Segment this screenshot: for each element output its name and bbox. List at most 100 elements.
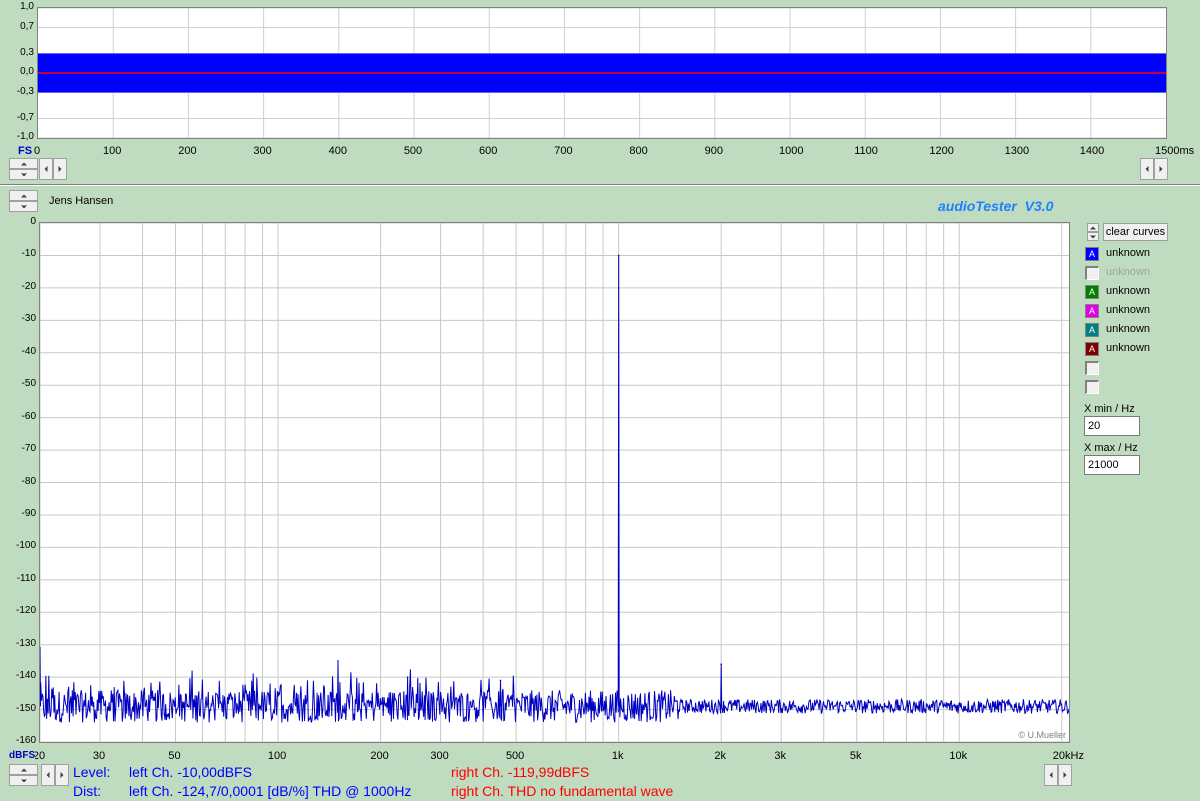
- spectrum-scroll-left-button[interactable]: [41, 764, 55, 786]
- spectrum-x-tick-label: 300: [430, 750, 449, 762]
- x-max-field[interactable]: [1084, 455, 1140, 475]
- time-y-tick-label: 0,3: [20, 46, 34, 58]
- credit-text: © U.Mueller: [1018, 730, 1066, 740]
- spectrum-y-tick-label: -70: [21, 443, 36, 455]
- time-x-tick-label: 1100: [854, 145, 878, 157]
- level-right: right Ch. -119,99dBFS: [451, 764, 590, 780]
- legend-glyph: A: [1086, 248, 1098, 260]
- time-y-tick-label: -0,3: [16, 85, 34, 97]
- legend-glyph: [1087, 363, 1099, 375]
- spectrum-x-tick-label: 200: [370, 750, 389, 762]
- time-y-tick-label: -1,0: [16, 131, 34, 142]
- spectrum-peak-point: [720, 663, 722, 665]
- spectrum-x-tick-label: 2k: [714, 750, 726, 762]
- spectrum-peak-point: [499, 679, 502, 682]
- spectrum-plot: © U.Mueller: [39, 222, 1070, 743]
- legend-color-checkbox[interactable]: A: [1085, 285, 1099, 299]
- spectrum-zoom-down-button[interactable]: [9, 201, 38, 212]
- time-y-tick-label: -0,7: [16, 111, 34, 123]
- spectrum-x-tick-label: 50: [168, 750, 181, 762]
- x-min-label: X min / Hz: [1084, 403, 1135, 415]
- legend-color-checkbox[interactable]: A: [1085, 247, 1099, 261]
- spectrum-y-tick-label: -100: [15, 540, 36, 552]
- spectrum-x-tick-label: 100: [267, 750, 287, 762]
- dist-right: right Ch. THD no fundamental wave: [451, 783, 674, 799]
- spectrum-y-unit: dBFS: [9, 750, 36, 761]
- spectrum-x-tick-label: 5k: [849, 750, 862, 762]
- spectrum-y-tick-label: -20: [21, 280, 36, 292]
- time-x-tick-label: 1200: [929, 145, 954, 157]
- spectrum-y-tick-label: -30: [21, 313, 36, 325]
- time-x-tick-label: 400: [328, 145, 347, 157]
- legend-glyph: [1087, 382, 1099, 394]
- time-x-tick-label: 1500ms: [1155, 145, 1195, 157]
- spectrum-x-tick-label: 3k: [774, 750, 786, 762]
- dist-label: Dist:: [73, 783, 101, 799]
- spectrum-y-tick-label: -80: [21, 475, 36, 487]
- time-x-tick-label: 200: [178, 145, 197, 157]
- legend-glyph: A: [1086, 343, 1098, 355]
- spectrum-peak-point: [337, 660, 339, 662]
- spectrum-y-tick-label: -10: [21, 248, 36, 260]
- spectrum-x-tick-label: 1k: [611, 750, 624, 762]
- bottom-zoom-down-button[interactable]: [9, 775, 38, 786]
- legend-color-checkbox[interactable]: A: [1085, 323, 1099, 337]
- legend-color-checkbox[interactable]: A: [1085, 304, 1099, 318]
- time-y-tick-label: 0,0: [20, 66, 34, 77]
- x-max-label: X max / Hz: [1084, 442, 1138, 454]
- bottom-zoom-up-button[interactable]: [9, 764, 38, 775]
- legend-color-checkbox[interactable]: A: [1085, 342, 1099, 356]
- level-label: Level:: [73, 764, 111, 780]
- clear-curves-button[interactable]: clear curves: [1103, 223, 1168, 241]
- top-scroll-left-button-right[interactable]: [1140, 158, 1154, 180]
- spectrum-y-tick-label: -90: [21, 507, 36, 519]
- legend-label: unknown: [1106, 285, 1151, 297]
- time-x-tick-label: 600: [479, 145, 498, 157]
- time-y-tick-label: 1,0: [20, 1, 34, 12]
- spectrum-peak-point: [40, 647, 41, 649]
- legend-label: unknown: [1106, 342, 1151, 354]
- spectrum-y-tick-label: -50: [21, 378, 36, 390]
- legend-color-checkbox[interactable]: [1085, 361, 1099, 375]
- curve-select-up-button[interactable]: [1087, 223, 1099, 232]
- time-x-tick-label: 100: [103, 145, 122, 157]
- curve-select-down-button[interactable]: [1087, 232, 1099, 241]
- legend-color-checkbox[interactable]: [1085, 380, 1099, 394]
- spectrum-y-tick-label: -130: [15, 637, 36, 649]
- spectrum-x-tick-label: 10k: [949, 750, 968, 762]
- top-zoom-up-button[interactable]: [9, 158, 38, 169]
- time-x-tick-label: 900: [704, 145, 723, 157]
- spectrum-y-tick-label: -40: [21, 345, 36, 357]
- spectrum-y-tick-label: -120: [15, 605, 36, 617]
- spectrum-y-tick-label: -140: [15, 670, 36, 682]
- spectrum-peak-point: [406, 676, 409, 678]
- pane-splitter[interactable]: [0, 184, 1200, 186]
- top-zoom-down-button[interactable]: [9, 169, 38, 180]
- legend-glyph: A: [1086, 305, 1098, 317]
- time-domain-svg: [38, 8, 1166, 138]
- spectrum-scroll-right-button[interactable]: [55, 764, 69, 786]
- dist-left: left Ch. -124,7/0,0001 [dB/%] THD @ 1000…: [129, 783, 412, 799]
- spectrum-scroll-left-button-right[interactable]: [1044, 764, 1058, 786]
- app-title: audioTester V3.0: [938, 198, 1054, 214]
- spectrum-trace: [40, 255, 1069, 724]
- time-x-tick-label: 700: [554, 145, 573, 157]
- time-x-tick-label: 500: [403, 145, 423, 157]
- legend-glyph: [1087, 268, 1099, 280]
- spectrum-y-tick-label: -160: [15, 735, 36, 746]
- spectrum-y-tick-label: 0: [30, 216, 36, 227]
- spectrum-svg: [40, 223, 1069, 742]
- time-x-tick-label: 1300: [1004, 145, 1030, 157]
- spectrum-y-tick-label: -60: [21, 410, 36, 422]
- user-name: Jens Hansen: [49, 195, 114, 207]
- top-scroll-left-button[interactable]: [39, 158, 53, 180]
- time-x-tick-label: 300: [253, 145, 272, 157]
- top-scroll-right-button[interactable]: [53, 158, 67, 180]
- spectrum-x-tick-label: 20kHz: [1052, 750, 1084, 762]
- legend-label: unknown: [1106, 323, 1151, 335]
- top-scroll-right-button-right[interactable]: [1154, 158, 1168, 180]
- spectrum-zoom-up-button[interactable]: [9, 190, 38, 201]
- x-min-field[interactable]: [1084, 416, 1140, 436]
- spectrum-scroll-right-button-right[interactable]: [1058, 764, 1072, 786]
- legend-color-checkbox[interactable]: [1085, 266, 1099, 280]
